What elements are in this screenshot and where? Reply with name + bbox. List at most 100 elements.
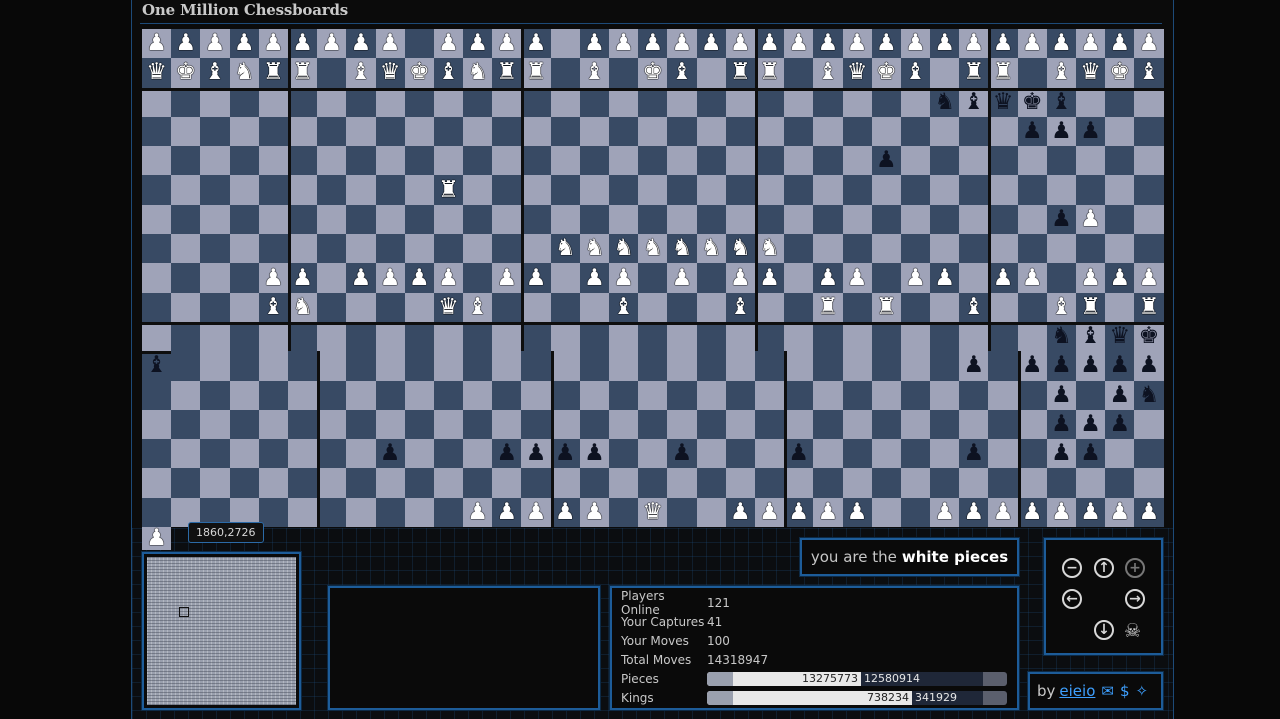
white-pawn-square[interactable]: ♟ (900, 263, 931, 293)
board-square[interactable] (404, 29, 434, 59)
board-square[interactable] (579, 175, 609, 205)
board-square[interactable] (1134, 468, 1164, 498)
board-square[interactable] (900, 468, 931, 498)
board-square[interactable] (1017, 58, 1047, 88)
board-square[interactable] (200, 146, 230, 176)
board-square[interactable] (200, 175, 230, 205)
white-pawn-square[interactable]: ♟ (550, 497, 580, 528)
board-square[interactable] (667, 204, 697, 235)
white-rook-square[interactable]: ♜ (433, 175, 464, 205)
board-square[interactable] (229, 87, 259, 117)
board-square[interactable] (433, 468, 464, 498)
white-pawn-square[interactable]: ♟ (1134, 263, 1164, 293)
board-square[interactable] (725, 116, 755, 147)
board-square[interactable] (404, 351, 434, 381)
black-pawn-square[interactable]: ♟ (550, 439, 580, 469)
board-square[interactable] (696, 292, 726, 322)
board-square[interactable] (258, 468, 288, 498)
board-square[interactable] (287, 204, 318, 235)
board-square[interactable] (754, 321, 785, 352)
board-square[interactable] (638, 87, 668, 117)
board-square[interactable] (1105, 292, 1135, 322)
board-square[interactable] (638, 146, 668, 176)
board-square[interactable] (725, 87, 755, 117)
board-square[interactable] (988, 321, 1018, 352)
board-square[interactable] (550, 263, 580, 293)
board-square[interactable] (842, 204, 872, 235)
board-square[interactable] (696, 497, 726, 528)
board-square[interactable] (521, 351, 551, 381)
board-square[interactable] (609, 58, 639, 88)
board-square[interactable] (754, 292, 785, 322)
board-square[interactable] (521, 380, 551, 410)
board-square[interactable] (317, 439, 347, 469)
black-knight-square[interactable]: ♞ (1134, 380, 1164, 410)
board-square[interactable] (871, 175, 901, 205)
board-square[interactable] (171, 439, 201, 469)
board-square[interactable] (930, 175, 960, 205)
board-square[interactable] (900, 380, 931, 410)
board-square[interactable] (229, 292, 259, 322)
board-square[interactable] (784, 292, 814, 322)
board-square[interactable] (171, 87, 201, 117)
white-pawn-square[interactable]: ♟ (433, 263, 464, 293)
board-square[interactable] (142, 468, 172, 498)
white-rook-square[interactable]: ♜ (258, 58, 288, 88)
board-square[interactable] (346, 409, 376, 440)
black-pawn-square[interactable]: ♟ (1134, 351, 1164, 381)
board-square[interactable] (550, 409, 580, 440)
board-square[interactable] (609, 116, 639, 147)
white-bishop-square[interactable]: ♝ (258, 292, 288, 322)
black-pawn-square[interactable]: ♟ (1046, 409, 1076, 440)
board-square[interactable] (784, 380, 814, 410)
white-bishop-square[interactable]: ♝ (813, 58, 843, 88)
board-square[interactable] (550, 29, 580, 59)
black-bishop-square[interactable]: ♝ (1046, 87, 1076, 117)
board-square[interactable] (492, 87, 522, 117)
board-square[interactable] (609, 380, 639, 410)
board-square[interactable] (521, 146, 551, 176)
board-square[interactable] (258, 380, 288, 410)
white-knight-square[interactable]: ♞ (696, 234, 726, 264)
white-pawn-square[interactable]: ♟ (1046, 29, 1076, 59)
board-square[interactable] (696, 351, 726, 381)
board-square[interactable] (1105, 87, 1135, 117)
board-square[interactable] (463, 439, 493, 469)
white-bishop-square[interactable]: ♝ (959, 292, 989, 322)
board-square[interactable] (171, 321, 201, 352)
board-square[interactable] (813, 380, 843, 410)
board-square[interactable] (813, 146, 843, 176)
white-pawn-square[interactable]: ♟ (1076, 204, 1106, 235)
board-square[interactable] (521, 409, 551, 440)
board-square[interactable] (404, 497, 434, 528)
board-square[interactable] (930, 292, 960, 322)
board-square[interactable] (609, 146, 639, 176)
board-square[interactable] (579, 116, 609, 147)
skull-icon[interactable]: ☠ (1124, 620, 1141, 642)
white-knight-square[interactable]: ♞ (229, 58, 259, 88)
board-square[interactable] (1017, 204, 1047, 235)
black-king-square[interactable]: ♚ (1017, 87, 1047, 117)
board-square[interactable] (638, 204, 668, 235)
board-square[interactable] (638, 321, 668, 352)
board-square[interactable] (346, 321, 376, 352)
board-square[interactable] (696, 146, 726, 176)
board-square[interactable] (842, 321, 872, 352)
white-bishop-square[interactable]: ♝ (667, 58, 697, 88)
board-square[interactable] (346, 146, 376, 176)
white-pawn-square[interactable]: ♟ (754, 29, 785, 59)
board-square[interactable] (638, 468, 668, 498)
white-pawn-square[interactable]: ♟ (842, 497, 872, 528)
board-square[interactable] (871, 116, 901, 147)
white-king-square[interactable]: ♚ (871, 58, 901, 88)
board-square[interactable] (492, 175, 522, 205)
white-pawn-square[interactable]: ♟ (725, 263, 755, 293)
board-square[interactable] (959, 175, 989, 205)
board-square[interactable] (171, 468, 201, 498)
board-square[interactable] (1046, 234, 1076, 264)
board-square[interactable] (579, 204, 609, 235)
white-pawn-square[interactable]: ♟ (287, 29, 318, 59)
board-square[interactable] (521, 321, 551, 352)
board-square[interactable] (1017, 321, 1047, 352)
white-pawn-square[interactable]: ♟ (1134, 29, 1164, 59)
